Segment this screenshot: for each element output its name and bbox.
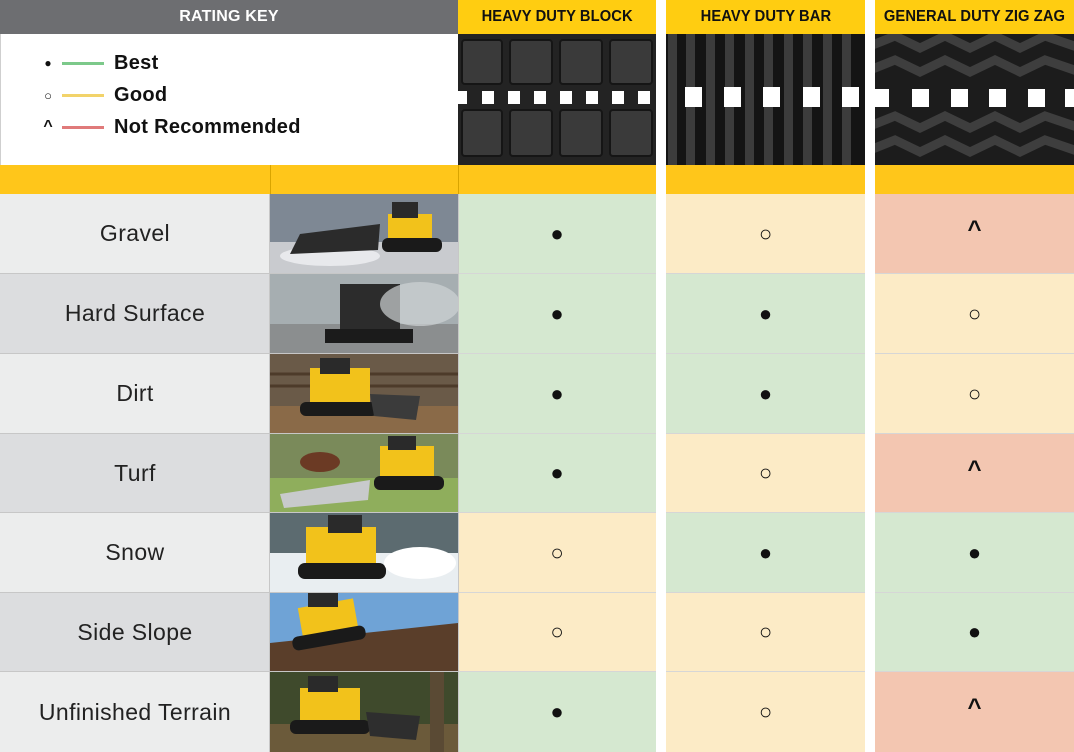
good-symbol-icon: ○ <box>758 220 773 246</box>
rating-cell-good: ○ <box>666 194 865 274</box>
rating-cell-best: ● <box>458 434 656 513</box>
rating-key-header: RATING KEY <box>0 0 458 34</box>
good-symbol-icon: ○ <box>550 539 564 565</box>
good-symbol-icon: ○ <box>967 300 982 326</box>
legend-label: Best <box>114 51 159 74</box>
column-header-general-duty-zig-zag: GENERAL DUTY ZIG ZAG <box>875 0 1074 34</box>
not-recommended-symbol-icon: ^ <box>967 456 982 483</box>
rating-cell-best: ● <box>666 354 865 434</box>
legend-item-not-recommended: ^ Not Recommended <box>41 114 301 140</box>
yellow-spacer-band <box>666 165 865 194</box>
rating-cell-good: ○ <box>458 593 656 672</box>
rating-cell-best: ● <box>458 354 656 434</box>
best-symbol-icon: ● <box>758 539 773 565</box>
good-symbol-icon: ○ <box>44 87 52 103</box>
column-header-heavy-duty-bar: HEAVY DUTY BAR <box>666 0 865 34</box>
good-symbol-icon: ○ <box>758 699 773 724</box>
terrain-label-hard-surface: Hard Surface <box>0 274 270 354</box>
heavy-duty-block-tread-image <box>458 34 656 165</box>
terrain-label-dirt: Dirt <box>0 354 270 434</box>
heavy-duty-bar-tread-image <box>666 34 865 165</box>
best-symbol-icon: ● <box>550 460 564 485</box>
not-recommended-symbol-icon: ^ <box>967 216 982 243</box>
best-symbol-icon: ● <box>550 300 564 326</box>
best-symbol-icon: ● <box>550 380 564 406</box>
side-slope-machine-photo <box>270 593 458 672</box>
column-divider <box>269 194 270 752</box>
best-symbol-icon: ● <box>967 619 982 644</box>
legend-color-line <box>62 93 104 97</box>
column-header-heavy-duty-block: HEAVY DUTY BLOCK <box>458 0 656 34</box>
best-symbol-icon: ● <box>758 380 773 406</box>
best-symbol-icon: ● <box>550 699 564 724</box>
rating-cell-good: ○ <box>666 593 865 672</box>
legend-item-good: ○ Good <box>41 82 167 108</box>
terrain-label-turf: Turf <box>0 434 270 513</box>
rating-cell-not-recommended: ^ <box>875 672 1074 752</box>
turf-machine-photo <box>270 434 458 513</box>
terrain-label-snow: Snow <box>0 513 270 593</box>
rating-cell-best: ● <box>875 513 1074 593</box>
good-symbol-icon: ○ <box>758 619 773 644</box>
terrain-label-side-slope: Side Slope <box>0 593 270 672</box>
rating-cell-best: ● <box>666 274 865 354</box>
unfinished-terrain-machine-photo <box>270 672 458 752</box>
dirt-machine-photo <box>270 354 458 434</box>
rating-cell-good: ○ <box>666 434 865 513</box>
good-symbol-icon: ○ <box>550 619 564 644</box>
yellow-band-divider <box>270 165 271 194</box>
legend-color-line <box>62 61 104 65</box>
yellow-spacer-band <box>0 165 656 194</box>
rating-cell-good: ○ <box>666 672 865 752</box>
not-recommended-symbol-icon: ^ <box>967 694 982 721</box>
rating-cell-best: ● <box>666 513 865 593</box>
rating-cell-best: ● <box>875 593 1074 672</box>
rating-cell-good: ○ <box>875 354 1074 434</box>
good-symbol-icon: ○ <box>758 460 773 485</box>
snow-machine-photo <box>270 513 458 593</box>
rating-cell-best: ● <box>458 194 656 274</box>
yellow-spacer-band <box>875 165 1074 194</box>
best-symbol-icon: ● <box>967 539 982 565</box>
best-symbol-icon: ● <box>44 56 52 70</box>
rating-cell-not-recommended: ^ <box>875 434 1074 513</box>
hard-surface-machine-photo <box>270 274 458 354</box>
rating-cell-good: ○ <box>458 513 656 593</box>
column-divider <box>458 194 459 752</box>
gravel-machine-photo <box>270 194 458 274</box>
rating-cell-best: ● <box>458 672 656 752</box>
legend-color-line <box>62 125 104 129</box>
rating-cell-best: ● <box>458 274 656 354</box>
not-recommended-symbol-icon: ^ <box>43 118 53 135</box>
terrain-label-gravel: Gravel <box>0 194 270 274</box>
best-symbol-icon: ● <box>758 300 773 326</box>
column-gap <box>865 0 875 752</box>
good-symbol-icon: ○ <box>967 380 982 406</box>
general-duty-zig-zag-tread-image <box>875 34 1074 165</box>
terrain-label-unfinished-terrain: Unfinished Terrain <box>0 672 270 752</box>
yellow-band-divider <box>458 165 459 194</box>
legend-label: Good <box>114 83 168 106</box>
rating-cell-not-recommended: ^ <box>875 194 1074 274</box>
rating-legend: ● Best ○ Good ^ Not Recommended <box>0 34 458 165</box>
rating-cell-good: ○ <box>875 274 1074 354</box>
legend-label: Not Recommended <box>114 115 301 138</box>
column-gap <box>656 0 666 752</box>
legend-item-best: ● Best <box>41 50 159 76</box>
best-symbol-icon: ● <box>550 220 564 246</box>
